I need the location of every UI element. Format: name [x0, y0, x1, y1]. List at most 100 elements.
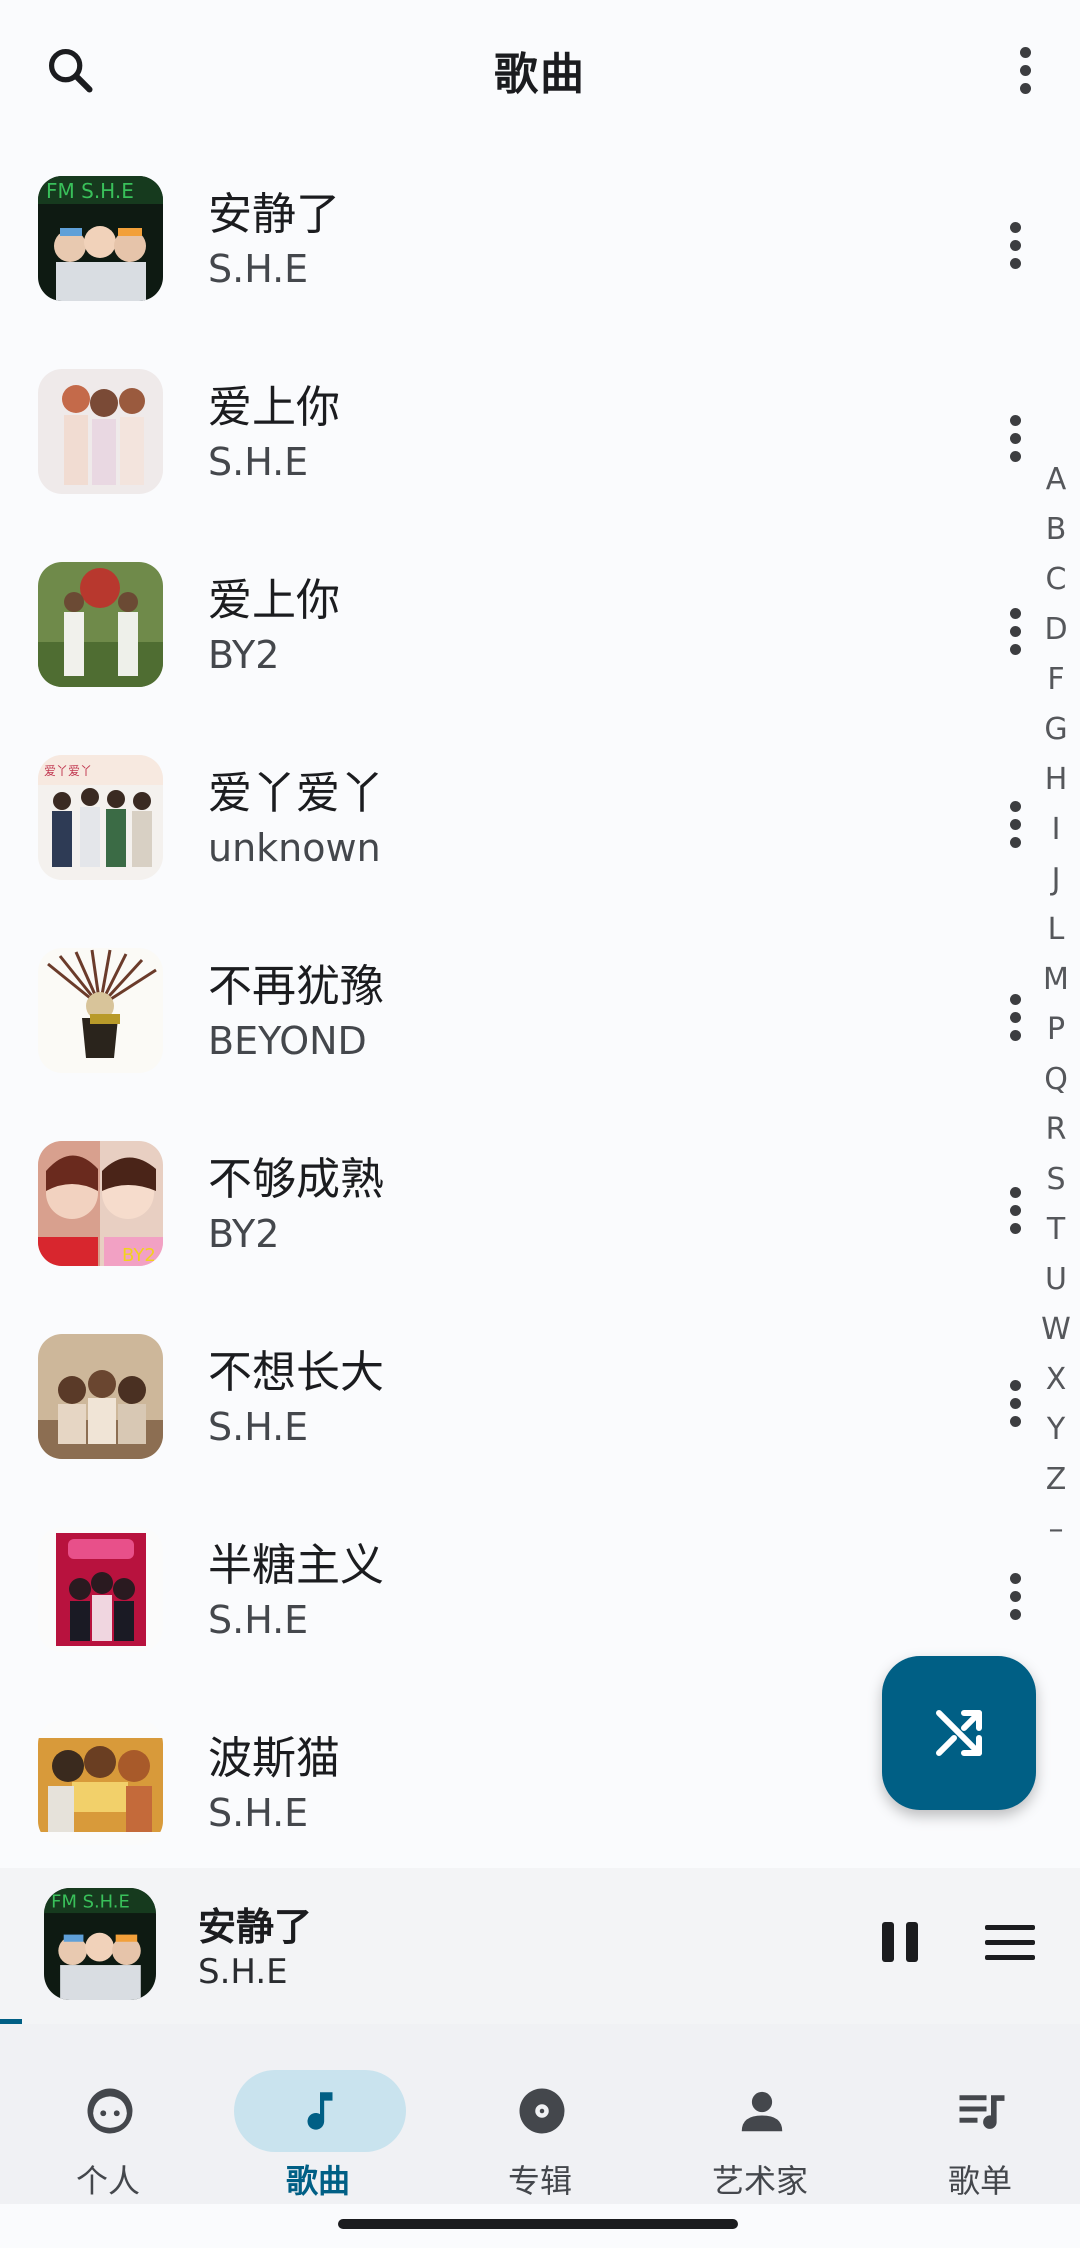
song-title: 不够成熟 — [208, 1154, 384, 1205]
nav-item-albums[interactable]: 专辑 — [432, 2046, 648, 2200]
more-vert-icon — [1009, 1572, 1021, 1620]
song-row[interactable]: 爱上你 S.H.E — [0, 343, 1040, 536]
song-artist: BY2 — [208, 633, 280, 677]
top-app-bar: 歌曲 — [0, 0, 1080, 140]
nav-item-playlists[interactable]: 歌单 — [872, 2046, 1080, 2200]
album-cover — [38, 1527, 163, 1652]
svg-text:爱丫爱丫: 爱丫爱丫 — [44, 764, 92, 778]
now-playing-cover: FM S.H.E — [44, 1888, 156, 2000]
alphabet-index[interactable]: A B C D F G H I J L M P Q R S T U W X Y … — [1036, 455, 1076, 1555]
song-row[interactable]: 半糖主义 S.H.E — [0, 1501, 1040, 1694]
nav-label: 歌曲 — [285, 2162, 350, 2200]
song-more-button[interactable] — [990, 403, 1040, 473]
index-letter[interactable]: F — [1047, 655, 1064, 705]
shuffle-fab[interactable] — [882, 1656, 1036, 1810]
more-vert-icon — [1009, 993, 1021, 1041]
more-vert-icon — [1009, 800, 1021, 848]
song-more-button[interactable] — [990, 596, 1040, 666]
song-row[interactable]: FM S.H.E 安静了 S.H.E — [0, 150, 1040, 343]
music-note-icon — [307, 2092, 333, 2130]
index-letter[interactable]: A — [1046, 455, 1067, 505]
more-vert-icon — [1009, 1379, 1021, 1427]
queue-button[interactable] — [985, 1912, 1045, 1972]
index-letter[interactable]: U — [1045, 1255, 1067, 1305]
song-row[interactable]: 爱上你 BY2 — [0, 536, 1040, 729]
index-letter[interactable]: G — [1044, 705, 1067, 755]
album-cover — [38, 369, 163, 494]
more-vert-icon — [1009, 414, 1021, 462]
song-artist: BY2 — [208, 1212, 280, 1256]
song-row[interactable]: 爱丫爱丫 爱丫爱丫 unknown — [0, 729, 1040, 922]
pause-button[interactable] — [868, 1910, 932, 1974]
song-artist: BEYOND — [208, 1019, 367, 1063]
song-more-button[interactable] — [990, 1368, 1040, 1438]
song-more-button[interactable] — [990, 1175, 1040, 1245]
home-indicator[interactable] — [338, 2219, 738, 2229]
song-title: 不再犹豫 — [208, 961, 384, 1012]
song-more-button[interactable] — [990, 210, 1040, 280]
mini-player[interactable]: FM S.H.E 安静了 S.H.E — [0, 1868, 1080, 2024]
more-vert-icon — [1009, 607, 1021, 655]
song-artist: S.H.E — [208, 1598, 309, 1642]
song-title: 爱丫爱丫 — [208, 768, 384, 819]
song-row[interactable]: 不想长大 S.H.E — [0, 1308, 1040, 1501]
svg-text:BY2: BY2 — [122, 1245, 156, 1266]
song-row[interactable]: 不再犹豫 BEYOND — [0, 922, 1040, 1115]
index-letter[interactable]: Q — [1044, 1055, 1068, 1105]
song-title: 爱上你 — [208, 382, 340, 433]
index-letter[interactable]: Y — [1047, 1405, 1065, 1455]
index-letter[interactable]: – — [1049, 1505, 1064, 1555]
nav-label: 专辑 — [507, 2162, 572, 2200]
song-list: FM S.H.E 安静了 S.H.E 爱上你 S.H.E 爱上你 BY2 爱丫爱… — [0, 150, 1080, 1887]
song-artist: S.H.E — [208, 440, 309, 484]
nav-label: 艺术家 — [711, 2162, 808, 2200]
bottom-navigation: 个人 歌曲 专辑 艺术家 歌单 — [0, 2024, 1080, 2204]
shuffle-icon — [936, 1710, 982, 1756]
album-cover: 爱丫爱丫 — [38, 755, 163, 880]
index-letter[interactable]: Z — [1046, 1455, 1067, 1505]
album-cover: FM S.H.E — [38, 176, 163, 301]
now-playing-artist: S.H.E — [198, 1952, 288, 1992]
song-title: 安静了 — [208, 189, 340, 240]
album-cover — [38, 1720, 163, 1845]
album-cover — [38, 1334, 163, 1459]
nav-item-artists[interactable]: 艺术家 — [652, 2046, 868, 2200]
index-letter[interactable]: D — [1044, 605, 1067, 655]
album-cover — [38, 562, 163, 687]
svg-text:FM S.H.E: FM S.H.E — [51, 1892, 130, 1913]
pause-icon — [882, 1922, 894, 1962]
song-title: 不想长大 — [208, 1347, 384, 1398]
nav-item-songs[interactable]: 歌曲 — [210, 2046, 426, 2200]
album-cover: BY2 — [38, 1141, 163, 1266]
song-artist: S.H.E — [208, 247, 309, 291]
more-vert-icon — [1019, 46, 1031, 94]
index-letter[interactable]: W — [1041, 1305, 1071, 1355]
song-row[interactable]: BY2 不够成熟 BY2 — [0, 1115, 1040, 1308]
song-more-button[interactable] — [990, 789, 1040, 859]
index-letter[interactable]: C — [1046, 555, 1067, 605]
index-letter[interactable]: B — [1046, 505, 1067, 555]
index-letter[interactable]: M — [1043, 955, 1069, 1005]
nav-item-personal[interactable]: 个人 — [0, 2046, 216, 2200]
index-letter[interactable]: I — [1052, 805, 1061, 855]
index-letter[interactable]: T — [1047, 1205, 1065, 1255]
index-letter[interactable]: X — [1046, 1355, 1067, 1405]
overflow-menu-button[interactable] — [995, 40, 1055, 100]
page-title: 歌曲 — [494, 49, 586, 100]
index-letter[interactable]: P — [1047, 1005, 1065, 1055]
album-icon — [519, 2088, 565, 2134]
song-title: 波斯猫 — [208, 1733, 340, 1784]
song-more-button[interactable] — [990, 1561, 1040, 1631]
nav-label: 个人 — [75, 2162, 140, 2200]
index-letter[interactable]: R — [1046, 1105, 1067, 1155]
index-letter[interactable]: J — [1052, 855, 1061, 905]
index-letter[interactable]: L — [1048, 905, 1065, 955]
index-letter[interactable]: H — [1045, 755, 1068, 805]
now-playing-title: 安静了 — [198, 1905, 313, 1949]
song-more-button[interactable] — [990, 982, 1040, 1052]
song-artist: unknown — [208, 826, 381, 870]
svg-text:FM S.H.E: FM S.H.E — [46, 179, 134, 203]
index-letter[interactable]: S — [1046, 1155, 1065, 1205]
more-vert-icon — [1009, 221, 1021, 269]
more-vert-icon — [1009, 1186, 1021, 1234]
